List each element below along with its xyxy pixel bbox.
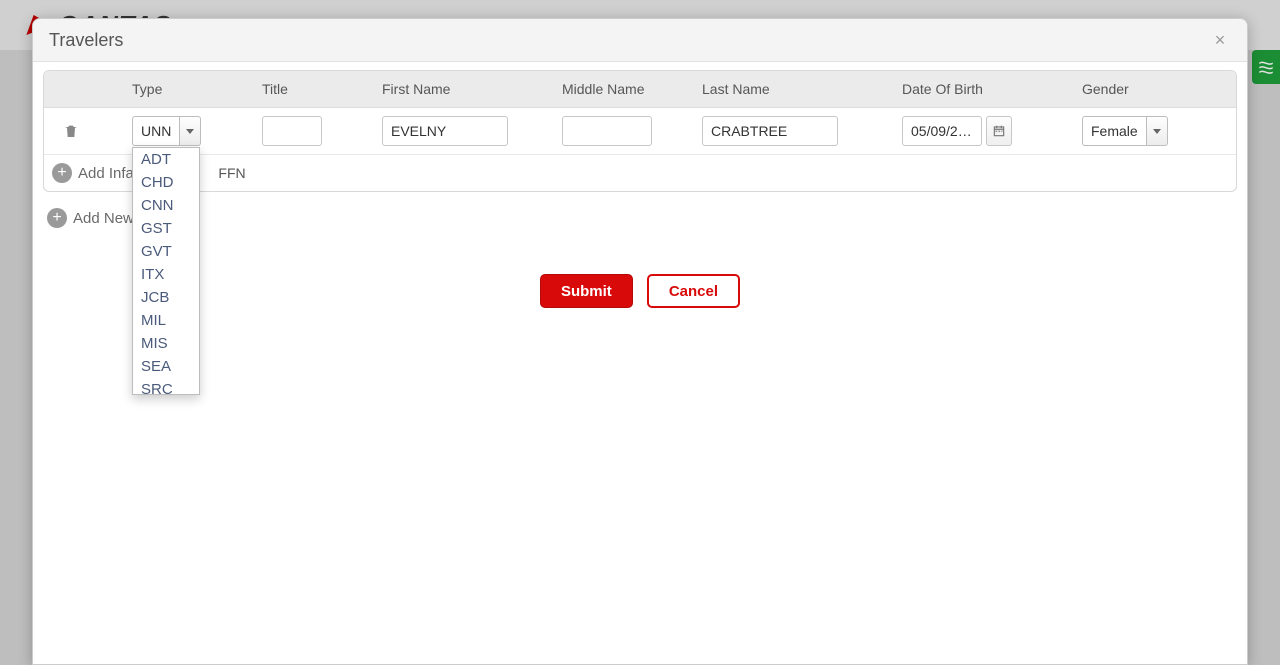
col-header-type: Type <box>132 81 262 97</box>
dob-cell <box>902 116 1082 146</box>
col-header-dob: Date Of Birth <box>902 81 1082 97</box>
cancel-button[interactable]: Cancel <box>647 274 740 308</box>
middle-name-cell <box>562 116 702 146</box>
traveler-row: UNN ADTCHDCNNGSTGVTITXJCBMILMISSEASRC <box>44 108 1236 155</box>
gender-select[interactable]: Female <box>1082 116 1168 146</box>
modal-title: Travelers <box>49 30 123 51</box>
travelers-grid: Type Title First Name Middle Name Last N… <box>43 70 1237 192</box>
calendar-icon <box>992 124 1006 138</box>
type-select-value: UNN <box>132 116 179 146</box>
last-name-input[interactable] <box>702 116 838 146</box>
type-cell: UNN ADTCHDCNNGSTGVTITXJCBMILMISSEASRC <box>132 116 262 146</box>
type-option[interactable]: ITX <box>133 263 199 286</box>
type-option[interactable]: GVT <box>133 240 199 263</box>
type-option[interactable]: GST <box>133 217 199 240</box>
row-actions <box>52 120 132 142</box>
col-header-gender: Gender <box>1082 81 1228 97</box>
trash-icon <box>63 123 79 139</box>
type-option[interactable]: CNN <box>133 194 199 217</box>
close-button[interactable]: × <box>1209 29 1231 51</box>
travelers-modal: Travelers × Type Title First Name Middle… <box>32 18 1248 665</box>
gender-cell: Female <box>1082 116 1228 146</box>
type-option[interactable]: MIS <box>133 332 199 355</box>
delete-row-button[interactable] <box>60 120 82 142</box>
type-option[interactable]: SEA <box>133 355 199 378</box>
submit-button[interactable]: Submit <box>540 274 633 308</box>
gender-select-value: Female <box>1082 116 1146 146</box>
first-name-input[interactable] <box>382 116 508 146</box>
grid-header-row: Type Title First Name Middle Name Last N… <box>44 71 1236 108</box>
chevron-down-icon <box>186 129 194 134</box>
chevron-down-icon <box>1153 129 1161 134</box>
type-dropdown[interactable]: ADTCHDCNNGSTGVTITXJCBMILMISSEASRC <box>132 147 200 395</box>
first-name-cell <box>382 116 562 146</box>
middle-name-input[interactable] <box>562 116 652 146</box>
type-option[interactable]: SRC <box>133 378 199 395</box>
type-option[interactable]: CHD <box>133 171 199 194</box>
col-header-title: Title <box>262 81 382 97</box>
title-cell <box>262 116 382 146</box>
col-header-blank <box>52 81 132 97</box>
col-header-last: Last Name <box>702 81 902 97</box>
type-option[interactable]: JCB <box>133 286 199 309</box>
type-option[interactable]: ADT <box>133 148 199 171</box>
gender-select-toggle[interactable] <box>1146 116 1168 146</box>
type-select-toggle[interactable] <box>179 116 201 146</box>
traveler-subrow: + Add Infant FFN <box>44 155 1236 191</box>
modal-body: Type Title First Name Middle Name Last N… <box>33 62 1247 664</box>
plus-icon: + <box>52 163 72 183</box>
dob-calendar-button[interactable] <box>986 116 1012 146</box>
col-header-first: First Name <box>382 81 562 97</box>
plus-icon: + <box>47 208 67 228</box>
title-input[interactable] <box>262 116 322 146</box>
ffn-link[interactable]: FFN <box>218 165 245 181</box>
type-select[interactable]: UNN <box>132 116 201 146</box>
dob-input[interactable] <box>902 116 982 146</box>
add-new-label: Add New <box>73 210 134 227</box>
action-buttons: Submit Cancel <box>43 274 1237 308</box>
last-name-cell <box>702 116 902 146</box>
modal-header: Travelers × <box>33 19 1247 62</box>
type-option[interactable]: MIL <box>133 309 199 332</box>
col-header-middle: Middle Name <box>562 81 702 97</box>
add-new-traveler-link[interactable]: + Add New <box>43 208 1237 228</box>
